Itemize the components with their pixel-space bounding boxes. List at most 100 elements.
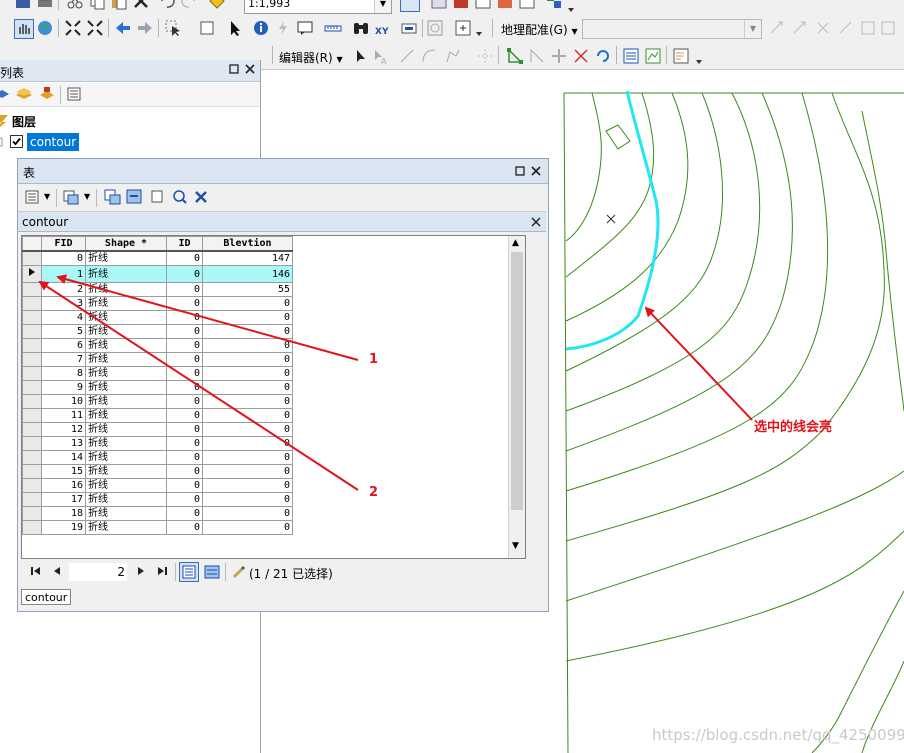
cell-fid[interactable]: 8 <box>41 366 86 381</box>
table-row[interactable]: 3 折线 0 0 <box>22 296 293 311</box>
catalog-icon[interactable] <box>430 0 448 10</box>
table-row[interactable]: 10 折线 0 0 <box>22 394 293 409</box>
column-header[interactable]: FID <box>41 236 86 252</box>
restore-icon[interactable] <box>228 63 240 75</box>
editor-menu[interactable]: 编辑器(R) ▼ <box>279 49 343 66</box>
cell-id[interactable]: 0 <box>166 464 203 479</box>
select-by-attributes-icon[interactable] <box>104 189 122 205</box>
toolbar-options-icon[interactable] <box>545 0 563 10</box>
cell-id[interactable]: 0 <box>166 265 203 283</box>
cell-id[interactable]: 0 <box>166 450 203 465</box>
column-header[interactable]: Blevtion <box>202 236 293 252</box>
show-all-records-icon[interactable] <box>179 562 199 582</box>
measure-icon[interactable] <box>324 19 342 37</box>
cell-elevation[interactable]: 0 <box>202 520 293 535</box>
close-icon[interactable] <box>530 165 542 177</box>
row-selector[interactable] <box>22 408 42 423</box>
row-selector[interactable] <box>22 250 42 266</box>
georef-layer-combo[interactable]: ▼ <box>582 19 762 39</box>
cell-fid[interactable]: 6 <box>41 338 86 353</box>
table-row[interactable]: 16 折线 0 0 <box>22 478 293 493</box>
table-row[interactable]: 13 折线 0 0 <box>22 436 293 451</box>
cell-id[interactable]: 0 <box>166 250 203 266</box>
cut-polygons-icon[interactable] <box>550 47 568 65</box>
row-selector[interactable] <box>22 436 42 451</box>
cell-shape[interactable]: 折线 <box>85 436 167 451</box>
zoom-in-fixed-icon[interactable] <box>64 19 82 37</box>
cell-shape[interactable]: 折线 <box>85 422 167 437</box>
row-selector[interactable] <box>22 506 42 521</box>
python-icon[interactable] <box>474 0 492 10</box>
cell-fid[interactable]: 10 <box>41 394 86 409</box>
select-features-icon[interactable] <box>164 19 182 37</box>
last-record-icon[interactable] <box>155 565 169 577</box>
row-selector[interactable] <box>22 394 42 409</box>
cell-elevation[interactable]: 0 <box>202 478 293 493</box>
vertical-scrollbar[interactable]: ▲ ▼ <box>508 236 525 558</box>
list-by-drawing-order-icon[interactable] <box>0 86 10 102</box>
cell-elevation[interactable]: 0 <box>202 310 293 325</box>
delete-selected-icon[interactable] <box>194 189 208 205</box>
cell-id[interactable]: 0 <box>166 296 203 311</box>
options-icon[interactable] <box>66 86 82 102</box>
table-row[interactable]: 12 折线 0 0 <box>22 422 293 437</box>
cell-shape[interactable]: 折线 <box>85 250 167 266</box>
html-popup-icon[interactable] <box>296 19 314 37</box>
table-row[interactable]: 6 折线 0 0 <box>22 338 293 353</box>
cell-elevation[interactable]: 146 <box>202 265 293 283</box>
cell-elevation[interactable]: 55 <box>202 282 293 297</box>
row-selector[interactable] <box>22 366 42 381</box>
cell-shape[interactable]: 折线 <box>85 492 167 507</box>
cell-shape[interactable]: 折线 <box>85 464 167 479</box>
georeferencing-menu[interactable]: 地理配准(G) ▼ <box>501 21 578 38</box>
cell-elevation[interactable]: 0 <box>202 464 293 479</box>
cell-elevation[interactable]: 0 <box>202 366 293 381</box>
cell-id[interactable]: 0 <box>166 478 203 493</box>
table-row[interactable]: 19 折线 0 0 <box>22 520 293 535</box>
row-selector-header[interactable] <box>22 236 42 252</box>
table-row[interactable]: 11 折线 0 0 <box>22 408 293 423</box>
table-row[interactable]: 9 折线 0 0 <box>22 380 293 395</box>
identify-icon[interactable] <box>252 19 270 37</box>
table-row[interactable]: 18 折线 0 0 <box>22 506 293 521</box>
switch-selection-icon[interactable] <box>126 189 144 205</box>
back-arrow-icon[interactable] <box>114 19 132 37</box>
table-bottom-tab[interactable]: contour <box>21 589 72 605</box>
cell-id[interactable]: 0 <box>166 310 203 325</box>
cell-shape[interactable]: 折线 <box>85 394 167 409</box>
current-record-input[interactable]: 2 <box>69 563 127 581</box>
forward-arrow-icon[interactable] <box>136 19 154 37</box>
cell-id[interactable]: 0 <box>166 520 203 535</box>
row-selector[interactable] <box>22 520 42 535</box>
cell-shape[interactable]: 折线 <box>85 352 167 367</box>
row-selector[interactable] <box>22 422 42 437</box>
cell-fid[interactable]: 2 <box>41 282 86 297</box>
rotate-icon[interactable] <box>594 47 612 65</box>
cell-fid[interactable]: 15 <box>41 464 86 479</box>
cell-shape[interactable]: 折线 <box>85 282 167 297</box>
scrollbar-thumb[interactable] <box>511 252 523 510</box>
attribute-grid[interactable]: FID Shape * ID Blevtion 0 折线 0 147 1 折线 0 146 2 折… <box>21 235 526 559</box>
model-builder-icon[interactable] <box>496 0 514 10</box>
clear-selection-icon[interactable] <box>150 189 164 205</box>
row-selector[interactable] <box>22 265 42 283</box>
cell-fid[interactable]: 11 <box>41 408 86 423</box>
row-selector[interactable] <box>22 296 42 311</box>
cell-shape[interactable]: 折线 <box>85 366 167 381</box>
row-selector[interactable] <box>22 380 42 395</box>
cell-elevation[interactable]: 0 <box>202 324 293 339</box>
table-options-icon[interactable] <box>24 189 42 205</box>
zoom-out-fixed-icon[interactable] <box>86 19 104 37</box>
print-icon[interactable] <box>36 0 54 10</box>
cell-elevation[interactable]: 0 <box>202 436 293 451</box>
time-slider-icon[interactable] <box>400 19 418 37</box>
trace-icon[interactable] <box>444 47 462 65</box>
cell-elevation[interactable]: 0 <box>202 506 293 521</box>
cell-fid[interactable]: 14 <box>41 450 86 465</box>
next-record-icon[interactable] <box>135 565 147 577</box>
cell-shape[interactable]: 折线 <box>85 310 167 325</box>
cell-shape[interactable]: 折线 <box>85 380 167 395</box>
delete-icon[interactable] <box>132 0 150 10</box>
cell-elevation[interactable]: 0 <box>202 296 293 311</box>
cell-id[interactable]: 0 <box>166 282 203 297</box>
